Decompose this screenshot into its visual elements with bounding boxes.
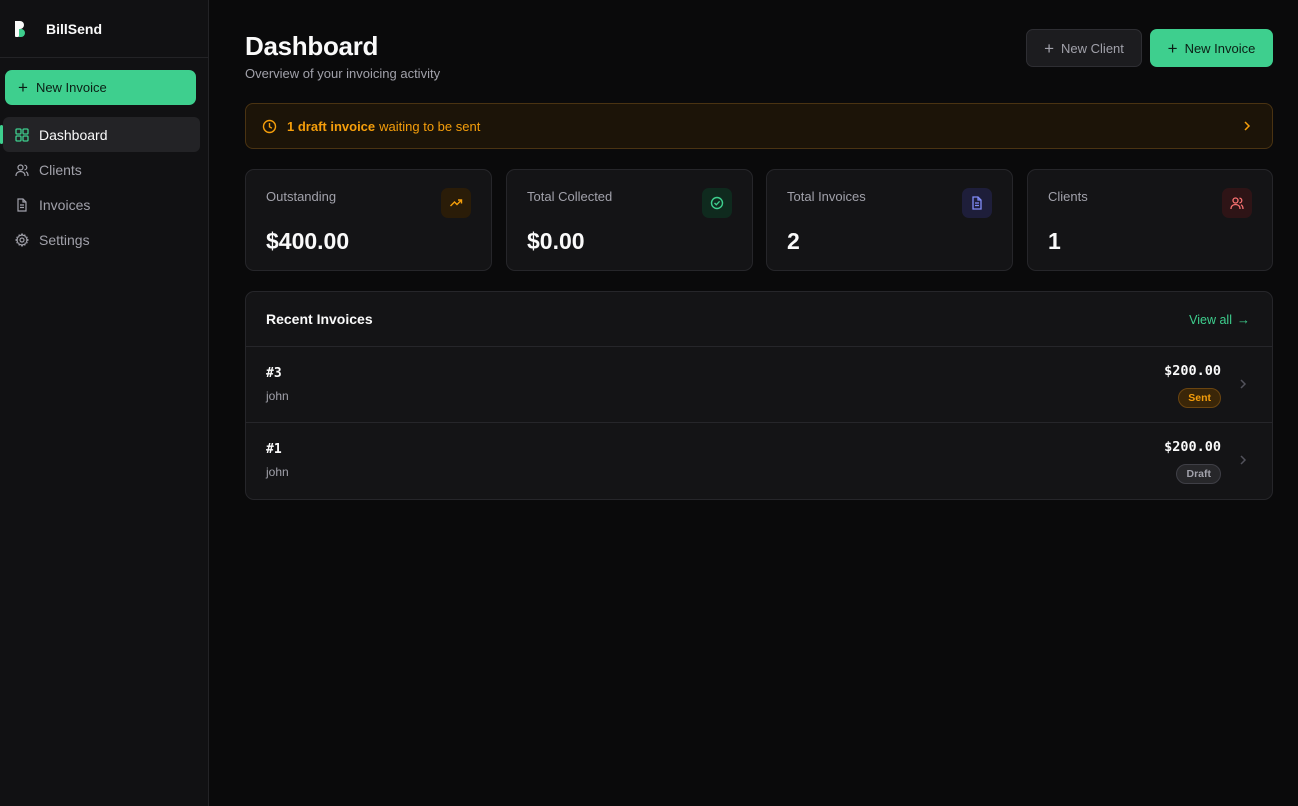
- new-client-label: New Client: [1061, 40, 1124, 56]
- sidebar-item-label: Settings: [39, 231, 90, 248]
- stat-value: 2: [787, 228, 800, 254]
- users-icon: [1222, 188, 1252, 218]
- sidebar-item-invoices[interactable]: Invoices: [3, 187, 200, 222]
- sidebar-item-settings[interactable]: Settings: [3, 222, 200, 257]
- new-invoice-label: New Invoice: [1184, 40, 1256, 56]
- chevron-right-icon: [1238, 453, 1248, 467]
- billsend-logo-icon: [14, 20, 26, 38]
- alert-highlight: 1 draft invoice: [287, 118, 376, 134]
- stat-value: $400.00: [266, 228, 350, 254]
- trending-up-icon: [441, 188, 471, 218]
- sidebar-item-label: Dashboard: [39, 126, 108, 143]
- invoice-amount: $200.00: [1164, 363, 1221, 379]
- page-title: Dashboard: [245, 31, 379, 61]
- clock-icon: [262, 119, 277, 134]
- recent-invoices-panel: Recent Invoices View all → #3 john $200.…: [245, 291, 1273, 500]
- status-badge: Sent: [1178, 388, 1221, 408]
- sidebar-item-label: Clients: [39, 161, 82, 178]
- recent-invoices-title: Recent Invoices: [266, 311, 373, 327]
- check-circle-icon: [702, 188, 732, 218]
- view-all-label: View all: [1189, 312, 1232, 327]
- sidebar-new-invoice-button[interactable]: + New Invoice: [5, 70, 196, 105]
- chevron-right-icon: [1240, 118, 1254, 134]
- stat-label: Outstanding: [266, 189, 337, 204]
- document-icon: [962, 188, 992, 218]
- sidebar-item-clients[interactable]: Clients: [3, 152, 200, 187]
- invoice-number: #3: [266, 366, 282, 381]
- draft-alert-banner[interactable]: 1 draft invoice waiting to be sent: [245, 103, 1273, 149]
- sidebar: BillSend + New Invoice Dashboard Clients: [0, 0, 209, 806]
- invoice-client: john: [266, 389, 289, 403]
- sidebar-new-invoice-label: New Invoice: [35, 80, 107, 95]
- chevron-right-icon: [1238, 377, 1248, 391]
- brand-name: BillSend: [46, 20, 103, 37]
- new-client-button[interactable]: + New Client: [1026, 29, 1142, 67]
- invoice-client: john: [266, 465, 289, 479]
- plus-icon: +: [1167, 38, 1178, 58]
- stat-value: $0.00: [527, 228, 585, 254]
- stat-card-total-collected: Total Collected $0.00: [506, 169, 753, 271]
- stat-value: 1: [1048, 228, 1061, 254]
- grid-icon: [15, 127, 29, 142]
- plus-icon: +: [1044, 38, 1055, 58]
- plus-icon: +: [18, 78, 28, 97]
- stat-card-total-invoices: Total Invoices 2: [766, 169, 1013, 271]
- sidebar-item-dashboard[interactable]: Dashboard: [0, 117, 200, 152]
- brand[interactable]: BillSend: [0, 0, 208, 58]
- invoice-row[interactable]: #1 john $200.00 Draft: [246, 423, 1272, 499]
- alert-text: waiting to be sent: [379, 118, 481, 134]
- view-all-link[interactable]: View all →: [1189, 312, 1250, 327]
- sidebar-item-label: Invoices: [39, 196, 91, 213]
- stat-card-clients: Clients 1: [1027, 169, 1273, 271]
- arrow-right-icon: →: [1237, 312, 1250, 327]
- recent-invoices-header: Recent Invoices View all →: [246, 292, 1272, 347]
- invoice-row[interactable]: #3 john $200.00 Sent: [246, 347, 1272, 423]
- gear-icon: [15, 232, 29, 247]
- stat-label: Total Collected: [527, 189, 613, 204]
- file-icon: [15, 197, 29, 212]
- stat-card-outstanding: Outstanding $400.00: [245, 169, 492, 271]
- stats-row: Outstanding $400.00 Total Collected $0.0…: [245, 169, 1273, 271]
- invoice-number: #1: [266, 442, 282, 457]
- invoice-amount: $200.00: [1164, 439, 1221, 455]
- users-icon: [15, 163, 29, 177]
- status-badge: Draft: [1176, 464, 1221, 484]
- stat-label: Clients: [1048, 189, 1088, 204]
- sidebar-nav: Dashboard Clients Invoices Settings: [0, 117, 209, 257]
- new-invoice-button[interactable]: + New Invoice: [1150, 29, 1273, 67]
- page-subtitle: Overview of your invoicing activity: [245, 66, 441, 81]
- stat-label: Total Invoices: [787, 189, 866, 204]
